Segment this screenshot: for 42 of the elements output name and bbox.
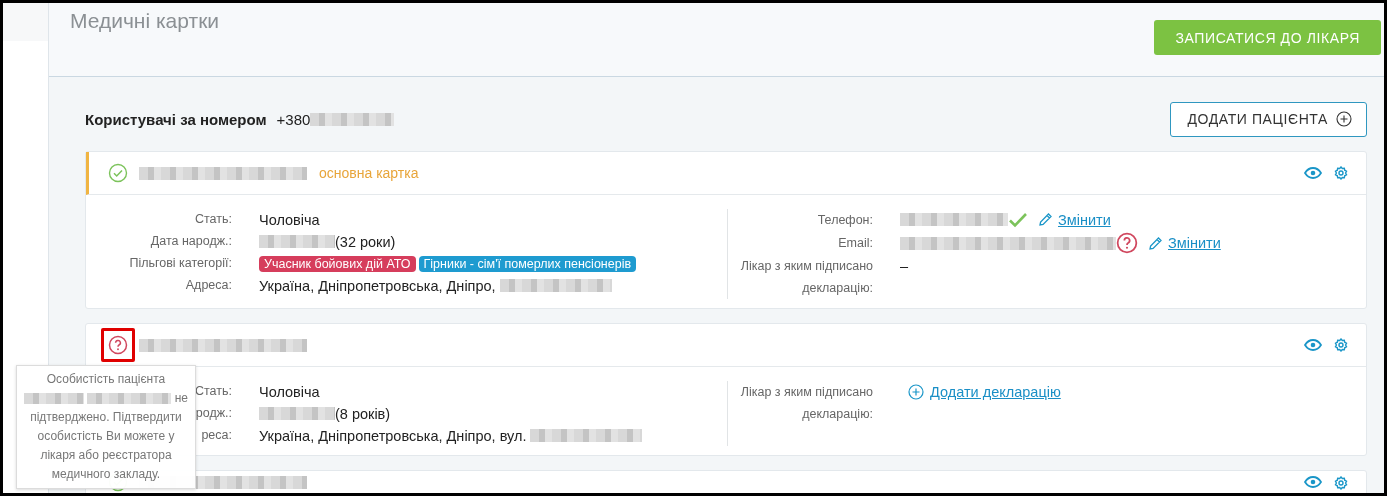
settings-icon[interactable] [1334,476,1348,490]
tooltip-text: Особистість пацієнта не підтверджено. Підтвердити особистість Ви можете у лікаря або реєстратора медичного закладу. [21,370,191,484]
field-label: реса: [201,428,232,442]
field-value: (32 роки) [335,233,396,250]
field-value: – [900,257,909,274]
category-tag: Гірники - сім'ї померлих пенсіонерів [418,255,637,272]
page-title: Медичні картки [70,9,220,33]
field-label: Лікар з яким підписано декларацію: [740,259,873,295]
field-label: Адреса: [185,278,232,292]
field-label: Лікар з яким підписано декларацію: [740,385,873,421]
field-label: Телефон: [817,213,873,227]
users-heading: Користувачі за номером [85,110,267,128]
field-label: Стать: [195,384,232,398]
settings-icon[interactable] [1334,338,1348,352]
phone-number: +380 [276,110,311,128]
field-value: Україна, Дніпропетровська, Дніпро, вул. [259,427,527,444]
edit-link[interactable]: Змінити [1168,235,1221,251]
field-label: родж.: [195,406,232,420]
eye-icon[interactable] [1304,476,1322,488]
add-patient-button[interactable]: ДОДАТИ ПАЦІЄНТА [1170,101,1367,137]
plus-circle-icon [1336,111,1352,127]
field-value: Україна, Дніпропетровська, Дніпро, [259,277,496,294]
book-doctor-button[interactable]: ЗАПИСАТИСЯ ДО ЛІКАРЯ [1154,20,1381,55]
field-label: Email: [838,236,873,250]
question-circle-icon[interactable] [108,335,128,355]
eye-icon[interactable] [1304,167,1322,179]
eye-icon[interactable] [1304,339,1322,351]
add-declaration-link[interactable]: Додати декларацію [930,383,1061,400]
pencil-icon [1148,235,1163,251]
field-value: Чоловіча [259,383,320,400]
edit-link[interactable]: Змінити [1058,211,1111,228]
field-label: Дата народж.: [150,234,232,248]
plus-circle-icon [908,383,924,400]
primary-card-label: основна картка [319,165,419,181]
category-tag: Учасник бойових дій АТО [259,255,416,272]
field-label: Пільгові категорії: [129,256,232,270]
settings-icon[interactable] [1334,166,1348,180]
question-circle-icon[interactable] [1116,232,1138,254]
pencil-icon [1038,212,1053,227]
field-value: (8 років) [335,405,391,422]
field-label: Стать: [195,212,232,226]
field-value: Чоловіча [259,211,320,228]
